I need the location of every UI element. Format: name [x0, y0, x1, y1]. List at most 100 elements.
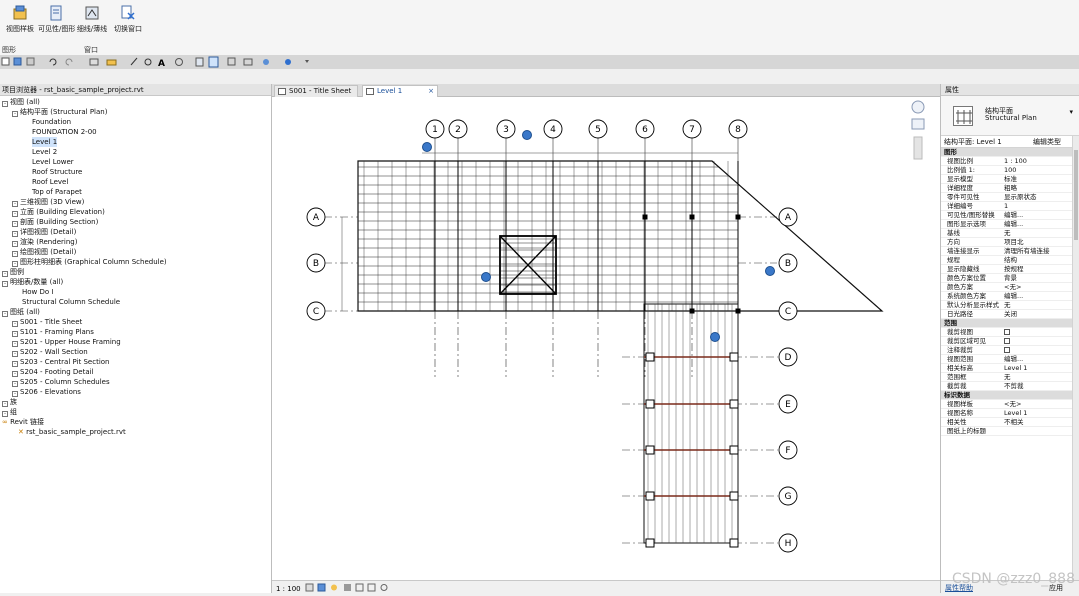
tree-item-structural-plan[interactable]: 结构平面 (Structural Plan) — [12, 107, 107, 117]
tree-item-top-of-parapet[interactable]: Top of Parapet — [32, 187, 82, 197]
drawing-area[interactable]: 12345678ABCABCDEFGH — [272, 97, 940, 580]
tree-item-drafting-views[interactable]: 绘图视图 (Detail) — [12, 247, 76, 257]
quick-access-icons[interactable]: A — [0, 55, 330, 69]
property-value[interactable] — [1001, 337, 1079, 345]
property-value[interactable]: 编辑... — [1001, 355, 1079, 363]
column[interactable] — [646, 539, 654, 547]
column[interactable] — [646, 492, 654, 500]
column[interactable] — [736, 215, 741, 220]
collapse-icon[interactable] — [2, 311, 8, 317]
property-value[interactable] — [1001, 346, 1079, 354]
tree-item-detail-views[interactable]: 详图视图 (Detail) — [12, 227, 76, 237]
tree-item-3d-views[interactable]: 三维视图 (3D View) — [12, 197, 84, 207]
property-value[interactable]: 1 : 100 — [1001, 157, 1079, 165]
tree-item-legends[interactable]: 图例 — [2, 267, 24, 277]
tree-item-foundation-2-00[interactable]: FOUNDATION 2-00 — [32, 127, 97, 137]
zoom-icon[interactable] — [912, 119, 924, 129]
property-value[interactable]: Level 1 — [1001, 409, 1079, 417]
type-selector[interactable]: 结构平面 Structural Plan ▾ — [941, 96, 1079, 136]
property-value[interactable]: 100 — [1001, 166, 1079, 174]
column[interactable] — [736, 309, 741, 314]
tree-item-how-do-i[interactable]: How Do I — [22, 287, 53, 297]
property-value[interactable]: 项目北 — [1001, 238, 1079, 246]
tree-item-families[interactable]: 族 — [2, 397, 17, 407]
column[interactable] — [730, 400, 738, 408]
info-marker-icon[interactable] — [423, 143, 432, 152]
property-checkbox[interactable] — [1004, 347, 1010, 353]
sun-path-icon[interactable] — [331, 585, 337, 591]
tree-item-sheet-s203[interactable]: S203 - Central Pit Section — [12, 357, 109, 367]
info-marker-icon[interactable] — [766, 267, 775, 276]
hide-isolate-icon[interactable] — [381, 585, 387, 591]
instance-filter[interactable]: 结构平面: Level 1 — [944, 137, 1002, 147]
property-value[interactable]: 结构 — [1001, 256, 1079, 264]
chevron-down-icon[interactable]: ▾ — [1069, 108, 1073, 116]
column[interactable] — [646, 353, 654, 361]
switch-window-button[interactable]: 切换窗口 — [110, 3, 146, 41]
show-crop-icon[interactable] — [368, 584, 375, 591]
tree-item-schedules[interactable]: 明细表/数量 (all) — [2, 277, 63, 287]
property-value[interactable]: 按规程 — [1001, 265, 1079, 273]
column[interactable] — [643, 215, 648, 220]
tab-s001-title-sheet[interactable]: S001 - Title Sheet — [274, 85, 358, 97]
slab-outline[interactable] — [358, 161, 882, 311]
tree-item-roof-level[interactable]: Roof Level — [32, 177, 68, 187]
column[interactable] — [646, 446, 654, 454]
property-value[interactable]: 关闭 — [1001, 310, 1079, 318]
tree-item-level-lower[interactable]: Level Lower — [32, 157, 74, 167]
property-value[interactable]: 背景 — [1001, 274, 1079, 282]
property-value[interactable]: 编辑... — [1001, 220, 1079, 228]
property-value[interactable]: 清理所有墙连接 — [1001, 247, 1079, 255]
property-value[interactable]: <无> — [1001, 283, 1079, 291]
shadows-icon[interactable] — [344, 584, 351, 591]
column[interactable] — [730, 446, 738, 454]
tree-item-groups[interactable]: 组 — [2, 407, 17, 417]
navigation-bar[interactable] — [910, 97, 926, 163]
column[interactable] — [690, 309, 695, 314]
property-section[interactable]: 范围 — [941, 319, 1079, 328]
tree-item-sheet-s201[interactable]: S201 - Upper House Framing — [12, 337, 121, 347]
tree-item-elevations[interactable]: 立面 (Building Elevation) — [12, 207, 105, 217]
tab-level-1[interactable]: Level 1 × — [362, 85, 438, 97]
tree-item-sheet-s204[interactable]: S204 - Footing Detail — [12, 367, 94, 377]
tree-item-structural-column-schedule[interactable]: Structural Column Schedule — [22, 297, 120, 307]
info-marker-icon[interactable] — [523, 131, 532, 140]
collapse-icon[interactable] — [12, 111, 18, 117]
tree-item-linked-file[interactable]: ✕ rst_basic_sample_project.rvt — [18, 427, 126, 437]
nav-scroll-icon[interactable] — [914, 137, 922, 159]
property-value[interactable] — [1001, 328, 1079, 336]
column[interactable] — [730, 539, 738, 547]
thin-lines-button[interactable]: 细线/薄线 — [74, 3, 110, 41]
property-checkbox[interactable] — [1004, 329, 1010, 335]
visual-style-icon[interactable] — [318, 584, 325, 591]
property-value[interactable]: 无 — [1001, 229, 1079, 237]
property-value[interactable]: 显示原状态 — [1001, 193, 1079, 201]
tree-item-graphical-column-schedule[interactable]: 图形柱明细表 (Graphical Column Schedule) — [12, 257, 167, 267]
info-marker-icon[interactable] — [711, 333, 720, 342]
property-section[interactable]: 标识数据 — [941, 391, 1079, 400]
view-template-button[interactable]: 视图样板 — [2, 3, 38, 41]
tree-item-sheet-s205[interactable]: S205 - Column Schedules — [12, 377, 110, 387]
tree-item-views[interactable]: 视图 (all) — [2, 97, 40, 107]
close-icon[interactable]: × — [428, 86, 434, 97]
tree-item-level-1[interactable]: Level 1 — [32, 137, 57, 147]
property-value[interactable]: 不相关 — [1001, 418, 1079, 426]
collapse-icon[interactable] — [2, 101, 8, 107]
visibility-graphics-button[interactable]: 可见性/图形 — [38, 3, 74, 41]
property-value[interactable] — [1001, 427, 1079, 435]
tree-item-roof-structure[interactable]: Roof Structure — [32, 167, 82, 177]
column[interactable] — [730, 492, 738, 500]
property-checkbox[interactable] — [1004, 338, 1010, 344]
tree-item-renderings[interactable]: 渲染 (Rendering) — [12, 237, 77, 247]
tree-item-foundation[interactable]: Foundation — [32, 117, 71, 127]
collapse-icon[interactable] — [2, 281, 8, 287]
property-value[interactable]: <无> — [1001, 400, 1079, 408]
tree-item-sheet-s001[interactable]: S001 - Title Sheet — [12, 317, 82, 327]
edit-type-button[interactable]: 编辑类型 — [1033, 137, 1061, 147]
tree-item-sections[interactable]: 剖面 (Building Section) — [12, 217, 98, 227]
info-marker-icon[interactable] — [482, 273, 491, 282]
steering-wheel-icon[interactable] — [912, 101, 924, 113]
property-value[interactable]: 编辑... — [1001, 211, 1079, 219]
property-value[interactable]: 不剪裁 — [1001, 382, 1079, 390]
crop-icon[interactable] — [356, 584, 363, 591]
